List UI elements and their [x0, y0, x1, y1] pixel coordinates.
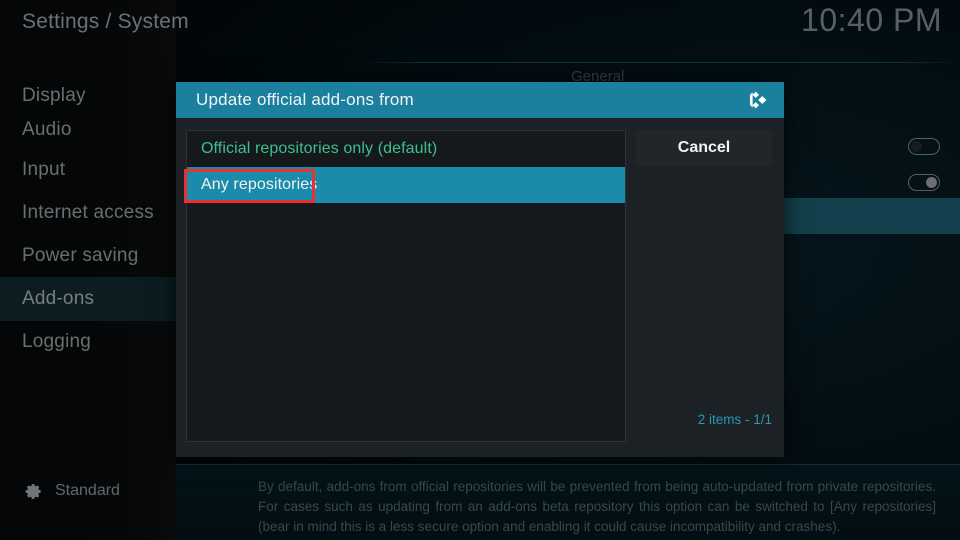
dialog-option-any-repositories[interactable]: Any repositories — [187, 167, 625, 203]
dialog-title: Update official add-ons from — [196, 90, 414, 109]
dialog-option-list[interactable]: Official repositories only (default) Any… — [186, 130, 626, 442]
dialog-option-official-repositories[interactable]: Official repositories only (default) — [187, 131, 625, 167]
select-dialog: Update official add-ons from Official re… — [176, 82, 784, 457]
dialog-option-label: Any repositories — [201, 176, 318, 193]
dialog-header: Update official add-ons from — [176, 82, 784, 118]
cancel-button[interactable]: Cancel — [636, 130, 772, 166]
kodi-logo-icon — [748, 88, 772, 112]
item-count-label: 2 items - 1/1 — [697, 412, 772, 427]
cancel-button-label: Cancel — [677, 139, 731, 156]
dialog-option-label: Official repositories only (default) — [201, 140, 438, 157]
